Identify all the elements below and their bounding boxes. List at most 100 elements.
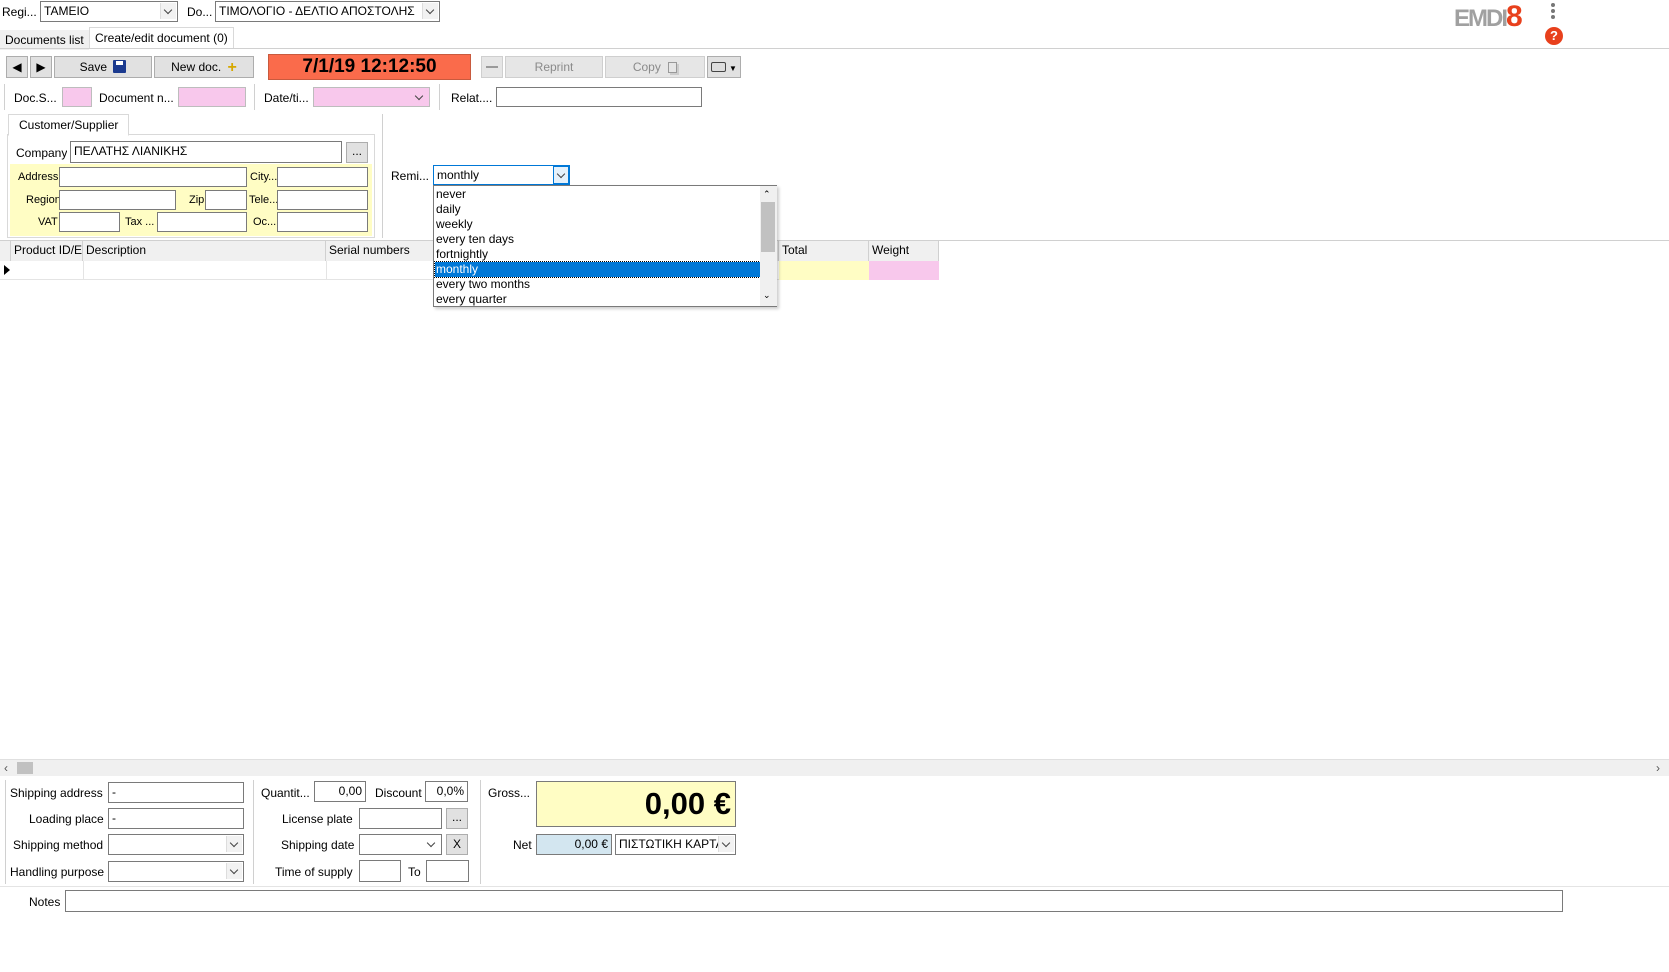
reminder-option-weekly[interactable]: weekly <box>435 217 760 232</box>
zip-label: Zip <box>189 194 205 206</box>
chevron-down-icon[interactable] <box>160 3 176 19</box>
total-cell[interactable] <box>779 261 869 280</box>
new-document-button[interactable]: New doc. + <box>154 56 254 78</box>
quantity-field[interactable]: 0,00 <box>314 781 366 802</box>
time-to-label: To <box>408 865 421 879</box>
company-browse-button[interactable]: ... <box>346 142 368 163</box>
register-label: Regi... <box>2 5 37 19</box>
shipping-address-label: Shipping address <box>10 786 103 800</box>
license-plate-browse-button[interactable]: ... <box>446 808 468 829</box>
company-field[interactable]: ΠΕΛΑΤΗΣ ΛΙΑΝΙΚΗΣ <box>70 141 342 163</box>
city-field[interactable] <box>277 167 368 187</box>
document-datetime-display: 7/1/19 12:12:50 <box>268 54 471 80</box>
scrollbar-thumb[interactable] <box>17 762 33 774</box>
column-weight[interactable]: Weight <box>869 241 939 261</box>
tab-documents-list[interactable]: Documents list <box>0 30 89 50</box>
help-icon[interactable]: ? <box>1545 27 1563 45</box>
zip-field[interactable] <box>205 190 247 210</box>
dropdown-scrollbar[interactable]: ⌃ ⌄ <box>760 186 777 306</box>
vat-label: VAT <box>38 216 58 228</box>
shipping-address-field[interactable]: - <box>108 782 244 803</box>
chevron-left-icon[interactable]: ‹ <box>4 761 8 775</box>
save-button[interactable]: Save <box>54 56 152 78</box>
horizontal-scrollbar[interactable]: ‹ › <box>0 759 1669 776</box>
handling-purpose-select[interactable] <box>108 861 244 882</box>
tax-office-field[interactable] <box>157 212 247 232</box>
scrollbar-thumb[interactable] <box>761 202 775 252</box>
handling-purpose-label: Handling purpose <box>10 865 105 879</box>
more-options-icon[interactable] <box>1550 2 1556 22</box>
occupation-field[interactable] <box>277 212 368 232</box>
tab-customer-supplier[interactable]: Customer/Supplier <box>8 114 130 136</box>
telephone-field[interactable] <box>277 190 368 210</box>
document-type-select[interactable]: ΤΙΜΟΛΟΓΙΟ - ΔΕΛΤΙΟ ΑΠΟΣΤΟΛΗΣ <box>215 1 440 22</box>
shipping-method-select[interactable] <box>108 834 244 855</box>
minus-button[interactable] <box>481 56 503 78</box>
notes-label: Notes <box>29 895 61 909</box>
copy-button-label: Copy <box>632 60 661 74</box>
datetime-picker[interactable] <box>313 87 430 107</box>
reminder-option-every-ten-days[interactable]: every ten days <box>435 232 760 247</box>
register-select[interactable]: ΤΑΜΕΙΟ <box>40 1 178 22</box>
document-number-field[interactable] <box>178 87 246 107</box>
license-plate-field[interactable] <box>359 808 442 829</box>
reminder-option-every-two-months[interactable]: every two months <box>435 277 760 292</box>
copy-button[interactable]: Copy <box>605 56 705 78</box>
chevron-down-icon[interactable] <box>412 89 428 105</box>
vat-field[interactable] <box>59 212 120 232</box>
print-button[interactable]: ▼ <box>707 56 741 78</box>
save-button-label: Save <box>79 60 107 74</box>
chevron-up-icon[interactable]: ⌃ <box>763 189 771 200</box>
telephone-label: Tele... <box>249 194 279 206</box>
reminder-select[interactable]: monthly <box>433 165 570 185</box>
loading-place-field[interactable]: - <box>108 808 244 829</box>
copy-icon <box>668 62 678 73</box>
net-total-field: 0,00 € <box>536 834 612 855</box>
row-header-corner <box>0 241 11 261</box>
reprint-button[interactable]: Reprint <box>505 56 603 78</box>
address-field[interactable] <box>59 167 247 187</box>
reminder-option-every-quarter[interactable]: every quarter <box>435 292 760 307</box>
related-field[interactable] <box>496 87 702 107</box>
reminder-option-daily[interactable]: daily <box>435 202 760 217</box>
next-button[interactable]: ▶ <box>30 56 52 78</box>
chevron-down-icon[interactable] <box>226 836 242 852</box>
quantity-label: Quantit... <box>261 786 310 800</box>
tab-divider <box>0 48 1669 49</box>
net-label: Net <box>513 838 532 852</box>
payment-method-select[interactable]: ΠΙΣΤΩΤΙΚΗ ΚΑΡΤΑ <box>615 834 736 855</box>
doc-series-label: Doc.S... <box>14 91 57 105</box>
printer-icon <box>711 62 727 72</box>
current-row-arrow-icon <box>4 265 10 275</box>
shipping-date-picker[interactable] <box>359 834 442 855</box>
reminder-option-monthly[interactable]: monthly <box>434 261 761 278</box>
chevron-down-icon[interactable]: ▼ <box>729 64 737 73</box>
column-serial-numbers[interactable]: Serial numbers <box>326 241 436 261</box>
chevron-down-icon[interactable]: ⌄ <box>763 290 771 301</box>
doc-series-field[interactable] <box>62 87 92 107</box>
previous-button[interactable]: ◀ <box>6 56 28 78</box>
column-product-id[interactable]: Product ID/E <box>11 241 83 261</box>
register-value: ΤΑΜΕΙΟ <box>44 4 90 18</box>
chevron-down-icon[interactable] <box>553 166 569 184</box>
clear-shipping-date-button[interactable]: X <box>446 834 468 855</box>
chevron-down-icon[interactable] <box>422 3 438 19</box>
chevron-down-icon[interactable] <box>226 863 242 879</box>
shipping-date-label: Shipping date <box>281 838 355 852</box>
tab-create-edit-document[interactable]: Create/edit document (0) <box>89 27 234 48</box>
time-of-supply-to-field[interactable] <box>426 860 469 882</box>
reminder-option-fortnightly[interactable]: fortnightly <box>435 247 760 262</box>
chevron-down-icon[interactable] <box>718 836 734 852</box>
column-total[interactable]: Total <box>779 241 869 261</box>
column-description[interactable]: Description <box>83 241 326 261</box>
occupation-label: Oc... <box>253 216 277 228</box>
chevron-right-icon[interactable]: › <box>1656 761 1660 775</box>
discount-field[interactable]: 0,0% <box>425 781 468 802</box>
notes-field[interactable] <box>65 890 1563 912</box>
chevron-down-icon[interactable] <box>424 836 440 852</box>
weight-cell[interactable] <box>869 261 939 280</box>
region-field[interactable] <box>59 190 176 210</box>
shipping-method-label: Shipping method <box>13 838 104 852</box>
time-of-supply-from-field[interactable] <box>359 860 401 882</box>
reminder-option-never[interactable]: never <box>435 187 760 202</box>
